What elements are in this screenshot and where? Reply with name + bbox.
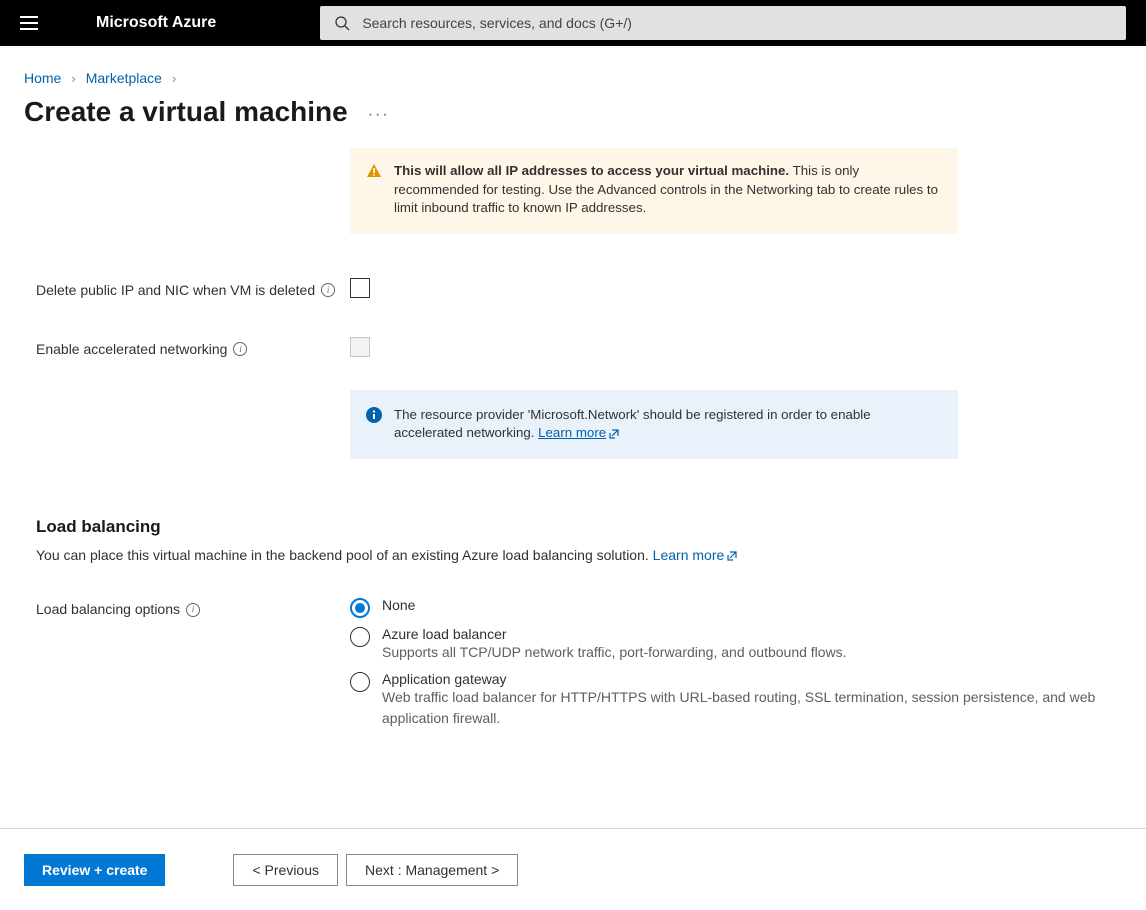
info-circle-icon [366, 407, 382, 423]
load-balancing-heading: Load balancing [36, 517, 1122, 537]
radio-label-agw: Application gateway [382, 671, 1122, 687]
radio-label-none: None [382, 597, 1122, 613]
main-content: This will allow all IP addresses to acce… [0, 148, 1146, 757]
radio-option-alb[interactable]: Azure load balancer Supports all TCP/UDP… [350, 626, 1122, 663]
more-actions-icon[interactable]: ··· [368, 106, 390, 124]
global-header: Microsoft Azure [0, 0, 1146, 46]
breadcrumb-home[interactable]: Home [24, 70, 61, 86]
radio-input-none[interactable] [350, 598, 370, 618]
chevron-right-icon: › [172, 71, 176, 86]
radio-input-agw[interactable] [350, 672, 370, 692]
chevron-right-icon: › [71, 71, 75, 86]
radio-label-alb: Azure load balancer [382, 626, 1122, 642]
breadcrumb-marketplace[interactable]: Marketplace [86, 70, 162, 86]
field-delete-public-ip: Delete public IP and NIC when VM is dele… [36, 278, 1122, 301]
page-title: Create a virtual machine [24, 96, 348, 128]
radio-option-none[interactable]: None [350, 597, 1122, 618]
next-button[interactable]: Next : Management > [346, 854, 518, 886]
load-balancing-desc: You can place this virtual machine in th… [36, 547, 653, 563]
wizard-footer: Review + create < Previous Next : Manage… [0, 828, 1146, 910]
info-icon[interactable]: i [321, 283, 335, 297]
radio-desc-alb: Supports all TCP/UDP network traffic, po… [382, 642, 1122, 663]
info-text: The resource provider 'Microsoft.Network… [394, 407, 871, 441]
external-link-icon [608, 428, 620, 440]
accelerated-networking-label: Enable accelerated networking [36, 339, 227, 360]
breadcrumb: Home › Marketplace › [0, 46, 1146, 90]
load-balancing-options-label: Load balancing options [36, 599, 180, 620]
radio-option-agw[interactable]: Application gateway Web traffic load bal… [350, 671, 1122, 729]
info-learn-more-link[interactable]: Learn more [538, 425, 620, 440]
external-link-icon [726, 550, 738, 562]
accelerated-networking-checkbox [350, 337, 370, 357]
hamburger-menu-icon[interactable] [20, 13, 40, 33]
search-input[interactable] [362, 15, 1112, 31]
warning-icon [366, 163, 382, 179]
brand-title: Microsoft Azure [96, 14, 216, 32]
global-search[interactable] [320, 6, 1126, 40]
search-icon [334, 15, 350, 31]
delete-public-ip-label: Delete public IP and NIC when VM is dele… [36, 280, 315, 301]
info-icon[interactable]: i [186, 603, 200, 617]
field-load-balancing-options: Load balancing options i None Azure load… [36, 597, 1122, 737]
load-balancing-learn-more-link[interactable]: Learn more [653, 547, 739, 563]
delete-public-ip-checkbox[interactable] [350, 278, 370, 298]
warning-banner: This will allow all IP addresses to acce… [350, 148, 958, 234]
field-accelerated-networking: Enable accelerated networking i [36, 337, 1122, 360]
previous-button[interactable]: < Previous [233, 854, 338, 886]
info-banner: The resource provider 'Microsoft.Network… [350, 390, 958, 459]
radio-input-alb[interactable] [350, 627, 370, 647]
page-title-row: Create a virtual machine ··· [0, 90, 1146, 148]
info-icon[interactable]: i [233, 342, 247, 356]
radio-desc-agw: Web traffic load balancer for HTTP/HTTPS… [382, 687, 1122, 729]
review-create-button[interactable]: Review + create [24, 854, 165, 886]
warning-text-bold: This will allow all IP addresses to acce… [394, 163, 789, 178]
